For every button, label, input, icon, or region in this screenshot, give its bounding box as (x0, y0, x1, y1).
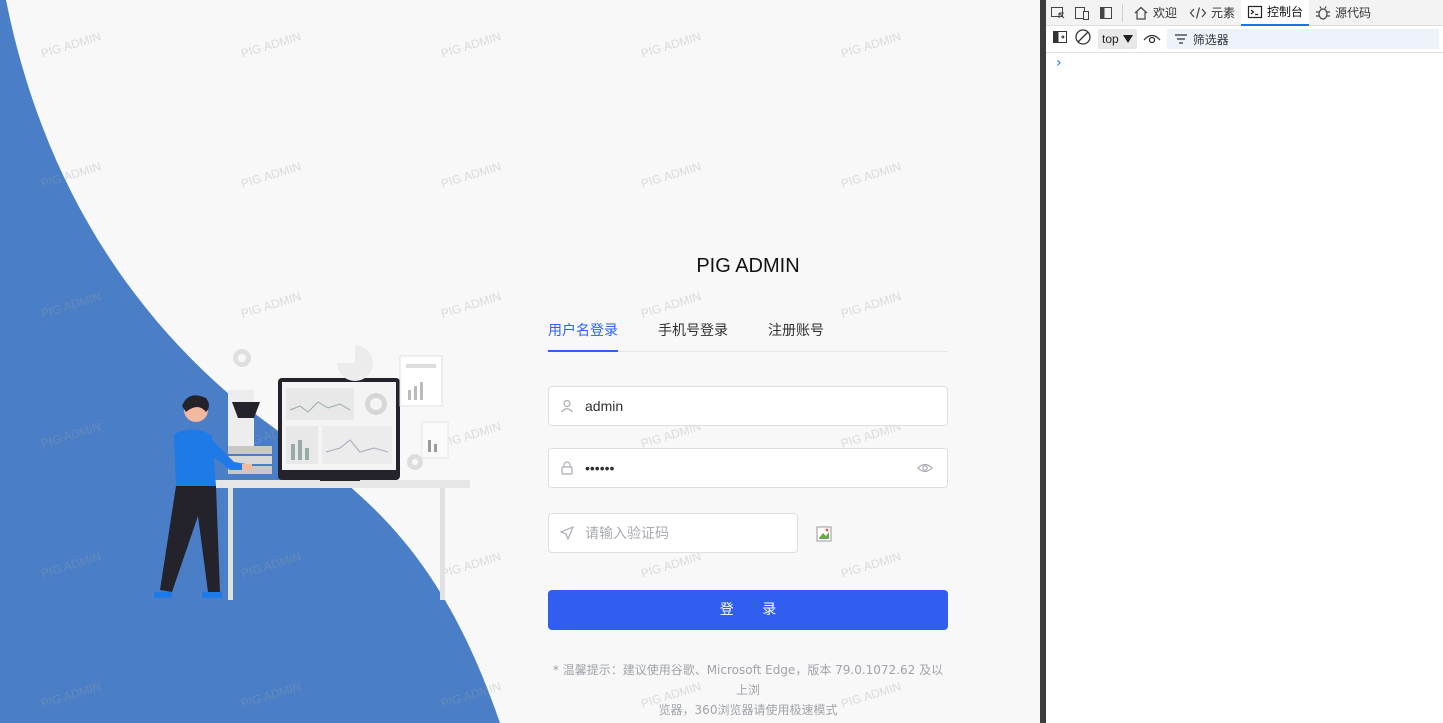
filter-input[interactable]: 筛选器 (1166, 29, 1439, 49)
live-expression-icon[interactable] (1143, 30, 1161, 49)
toolbar-separator (1122, 3, 1123, 22)
device-toolbar-icon[interactable] (1070, 0, 1094, 26)
filter-icon (1174, 34, 1187, 44)
dock-side-icon[interactable] (1094, 0, 1118, 26)
clear-console-icon[interactable] (1074, 28, 1092, 50)
code-icon (1189, 6, 1207, 19)
tab-elements-label: 元素 (1211, 6, 1236, 20)
brand-title: PIG ADMIN (696, 255, 800, 277)
browser-tip-line-1: * 温馨提示：建议使用谷歌、Microsoft Edge，版本 79.0.107… (552, 663, 944, 697)
tab-phone-login[interactable]: 手机号登录 (658, 320, 728, 352)
tab-welcome-label: 欢迎 (1153, 6, 1178, 20)
tab-welcome[interactable]: 欢迎 (1127, 0, 1183, 26)
browser-tip-line-2: 览器，360浏览器请使用极速模式 (658, 703, 838, 717)
send-icon (549, 526, 585, 540)
workspace-illustration (154, 345, 470, 600)
filter-label: 筛选器 (1192, 32, 1229, 47)
console-icon (1247, 5, 1263, 18)
username-value: admin (585, 398, 624, 414)
bug-icon (1316, 5, 1331, 20)
tab-elements[interactable]: 元素 (1183, 0, 1241, 26)
browser-tip: * 温馨提示：建议使用谷歌、Microsoft Edge，版本 79.0.107… (548, 660, 948, 720)
caret-down-icon (1122, 35, 1133, 43)
tab-register[interactable]: 注册账号 (768, 320, 824, 352)
console-toolbar: top 筛选器 (1046, 26, 1443, 53)
context-value: top (1102, 32, 1119, 46)
lock-icon (549, 461, 585, 475)
active-tab-indicator (548, 350, 618, 352)
password-field[interactable]: •••••• (548, 448, 948, 488)
login-page: PIG ADMIN PIG ADMIN PIG ADMIN PIG ADMIN PIG … (0, 0, 1040, 723)
tab-console-label: 控制台 (1267, 5, 1304, 19)
devtools-tabbar: 欢迎 元素 控制台 源代码 (1046, 0, 1443, 26)
devtools-panel: 欢迎 元素 控制台 源代码 top 筛选器 › (1046, 0, 1443, 723)
login-form: PIG ADMIN 用户名登录 手机号登录 注册账号 admin •••••• (548, 250, 948, 717)
tab-console[interactable]: 控制台 (1241, 0, 1310, 26)
login-button[interactable]: 登 录 (548, 590, 948, 630)
tab-sources-label: 源代码 (1335, 6, 1372, 20)
sidebar-toggle-icon[interactable] (1052, 29, 1068, 49)
login-tabs: 用户名登录 手机号登录 注册账号 (548, 320, 948, 352)
username-field[interactable]: admin (548, 386, 948, 426)
console-prompt-icon[interactable]: › (1056, 55, 1062, 71)
user-icon (549, 399, 585, 413)
tab-username-login[interactable]: 用户名登录 (548, 320, 618, 352)
context-selector[interactable]: top (1098, 29, 1137, 49)
broken-image-icon[interactable] (816, 526, 832, 542)
captcha-placeholder: 请输入验证码 (585, 526, 669, 542)
inspect-icon[interactable] (1046, 0, 1070, 26)
eye-icon[interactable] (917, 460, 933, 480)
captcha-field[interactable]: 请输入验证码 (548, 513, 798, 553)
home-icon (1134, 6, 1148, 20)
tab-sources[interactable]: 源代码 (1309, 0, 1377, 26)
password-value: •••••• (585, 460, 615, 476)
